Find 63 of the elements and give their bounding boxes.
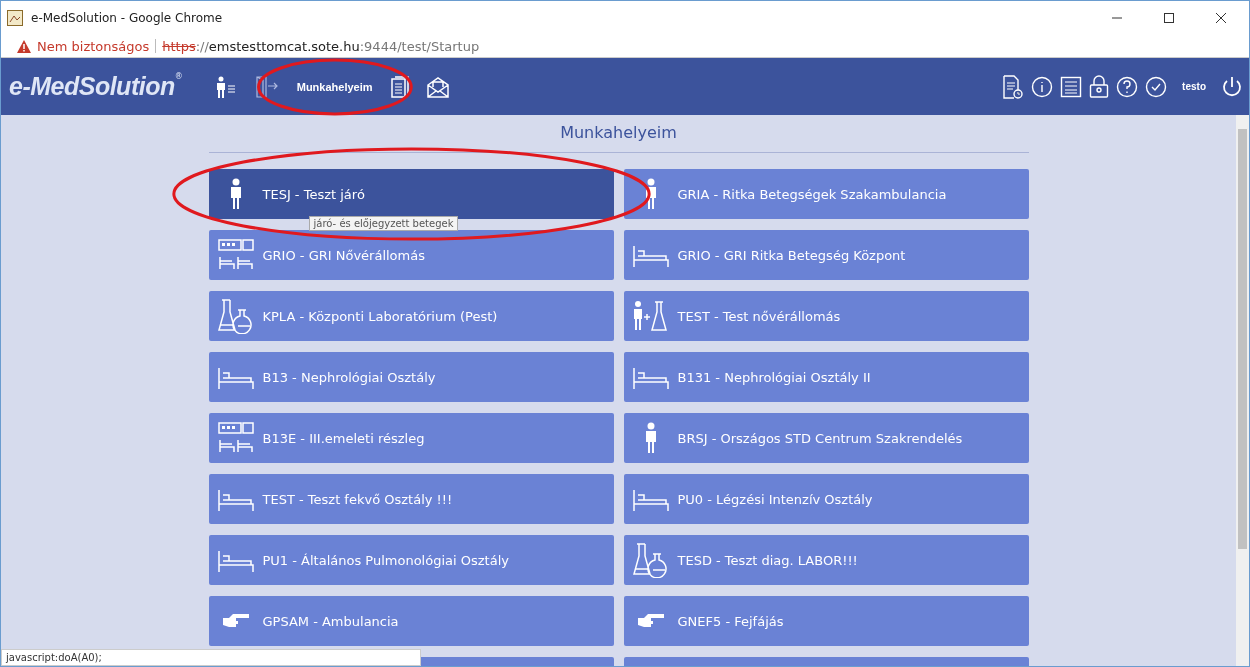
- workplace-tile[interactable]: GPSAM - Ambulancia: [208, 596, 614, 646]
- person-flask-icon: [632, 300, 669, 332]
- workplace-tile[interactable]: BRSJ - Országos STD Centrum Szakrendelés: [623, 413, 1029, 463]
- documents-icon: [390, 75, 409, 98]
- help-icon: [1116, 75, 1139, 98]
- toolbar-button[interactable]: [1031, 75, 1054, 98]
- workplace-tile[interactable]: PU0 - Légzési Intenzív Osztály: [623, 474, 1029, 524]
- toolbar-button[interactable]: [1116, 75, 1139, 98]
- lock-icon: [1089, 74, 1110, 99]
- workplace-tile[interactable]: GNEF5 - Fejfájás: [623, 596, 1029, 646]
- workplace-tile[interactable]: GRIO - GRI Nővérállomás: [208, 230, 614, 280]
- info-icon: [1031, 75, 1054, 98]
- person-list-icon: [214, 75, 237, 98]
- page-title: Munkahelyeim: [208, 115, 1029, 153]
- url-text[interactable]: https://emstesttomcat.sote.hu:9444/test/Startup: [162, 38, 480, 54]
- ward-beds-icon: [217, 422, 254, 454]
- tooltip: járó- és előjegyzett betegek: [308, 216, 459, 231]
- workplace-tile[interactable]: GRIA - Ritka Betegségek Szakambulancia: [623, 169, 1029, 219]
- workplace-tile[interactable]: B13 - Nephrológiai Osztály: [208, 352, 614, 402]
- person-icon: [643, 178, 658, 210]
- scrollbar[interactable]: [1236, 115, 1249, 666]
- person-icon: [643, 422, 658, 454]
- pointing-hand-icon: [636, 612, 665, 630]
- flasks-icon: [632, 542, 669, 578]
- workplace-tile[interactable]: B13E - III.emeleti részleg: [208, 413, 614, 463]
- nav-button[interactable]: [254, 75, 279, 98]
- person-icon: [228, 178, 243, 210]
- door-exit-icon: [254, 75, 279, 98]
- calculator-icon: [1060, 75, 1083, 98]
- maximize-icon: [1163, 12, 1175, 24]
- close-icon: [1215, 12, 1227, 24]
- flasks-icon: [217, 298, 254, 334]
- toolbar-button[interactable]: [1060, 75, 1083, 98]
- user-name[interactable]: testo: [1174, 81, 1214, 92]
- power-icon: [1221, 75, 1243, 98]
- pointing-hand-icon: [221, 612, 250, 630]
- toolbar-button[interactable]: [1221, 75, 1243, 98]
- workplace-tile[interactable]: TESJ - Teszt járó: [208, 169, 614, 219]
- security-warning[interactable]: Nem biztonságos: [37, 38, 150, 54]
- toolbar-button[interactable]: [1089, 74, 1110, 99]
- toolbar-button[interactable]: [1145, 75, 1168, 98]
- workplace-tile[interactable]: TEST - Test nővérállomás: [623, 291, 1029, 341]
- ward-beds-icon: [217, 239, 254, 271]
- nav-link[interactable]: Munkahelyeim: [296, 80, 373, 93]
- workplace-tile[interactable]: TESD - Teszt diag. LABOR!!!: [623, 535, 1029, 585]
- status-tooltip: javascript:doA(A0);: [1, 649, 421, 666]
- workplace-tile[interactable]: KPLA - Központi Laboratórium (Pest): [208, 291, 614, 341]
- document-clock-icon: [1002, 74, 1025, 99]
- app-icon: [7, 10, 23, 26]
- toolbar-button[interactable]: [1002, 74, 1025, 99]
- warning-icon: [17, 39, 31, 53]
- workplace-tile[interactable]: GRIO - GRI Ritka Betegség Központ: [623, 230, 1029, 280]
- nav-button[interactable]: [390, 75, 409, 98]
- nav-button[interactable]: [426, 75, 449, 98]
- workplace-tile[interactable]: TEST - Teszt fekvő Osztály !!!: [208, 474, 614, 524]
- workplace-tile[interactable]: PU1 - Általános Pulmonológiai Osztály: [208, 535, 614, 585]
- envelope-icon: [426, 75, 449, 98]
- app-logo: e-MedSolution: [9, 72, 175, 101]
- workplace-tile[interactable]: B131 - Nephrológiai Osztály II: [623, 352, 1029, 402]
- window-title: e-MedSolution - Google Chrome: [31, 11, 224, 25]
- registered-mark: ®: [174, 72, 183, 81]
- nav-button[interactable]: [214, 75, 237, 98]
- check-circle-icon: [1145, 75, 1168, 98]
